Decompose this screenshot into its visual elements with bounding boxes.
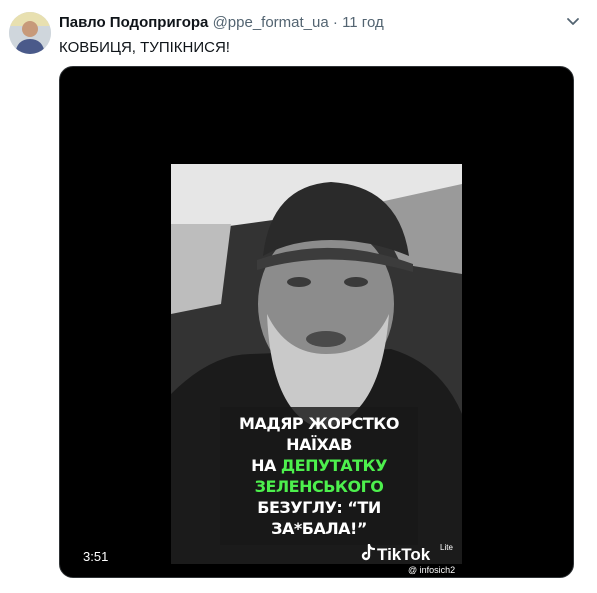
caption-line-2-prefix: НА (251, 456, 281, 475)
tiktok-wordmark: TikTok (377, 545, 431, 564)
caption-line-2: НА ДЕПУТАТКУ ЗЕЛЕНСЬКОГО (224, 455, 414, 497)
author-handle[interactable]: @ppe_format_ua (213, 14, 329, 31)
author-name[interactable]: Павло Подопригора (59, 14, 208, 31)
header-separator: · (332, 14, 338, 31)
video-caption: МАДЯР ЖОРСТКО НАЇХАВ НА ДЕПУТАТКУ ЗЕЛЕНС… (220, 407, 418, 545)
tweet-timestamp[interactable]: 11 год (342, 14, 384, 31)
tweet-header: Павло Подопригора @ppe_format_ua · 11 го… (59, 14, 384, 32)
author-avatar[interactable] (9, 12, 51, 54)
caption-line-1: МАДЯР ЖОРСТКО НАЇХАВ (239, 414, 399, 454)
tweet-text: КОВБИЦЯ, ТУПІКНИСЯ! (59, 39, 230, 56)
caption-line-3: БЕЗУГЛУ: “ТИ ЗА*БАЛА!” (257, 498, 381, 538)
video-player[interactable]: МАДЯР ЖОРСТКО НАЇХАВ НА ДЕПУТАТКУ ЗЕЛЕНС… (59, 66, 574, 578)
tiktok-handle: @ infosich2 (408, 565, 456, 575)
tiktok-lite-label: Lite (440, 543, 453, 552)
more-options-chevron-icon[interactable] (563, 11, 583, 31)
video-frame: МАДЯР ЖОРСТКО НАЇХАВ НА ДЕПУТАТКУ ЗЕЛЕНС… (171, 164, 462, 564)
tiktok-logo-icon (361, 544, 375, 561)
tiktok-watermark: TikTok Lite @ infosich2 (360, 541, 490, 577)
video-duration: 3:51 (83, 549, 109, 564)
